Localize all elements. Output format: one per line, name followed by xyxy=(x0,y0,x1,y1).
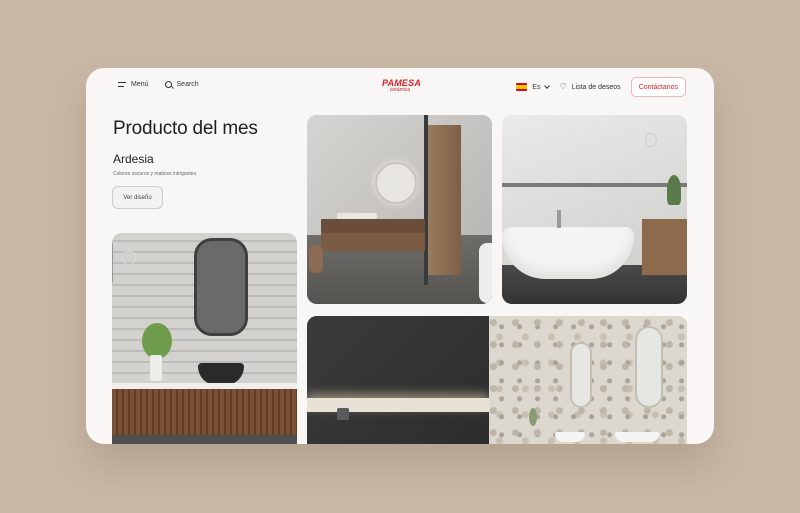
browser-window: Menú Search PAMESA cerámica Es ♡ Lista d… xyxy=(86,68,714,444)
brand-logo[interactable]: PAMESA cerámica xyxy=(382,78,422,94)
menu-label: Menú xyxy=(131,81,149,88)
bathroom-photo-bathtub[interactable] xyxy=(502,115,687,304)
page-title: Producto del mes xyxy=(113,118,258,139)
wishlist-link[interactable]: ♡ Lista de deseos xyxy=(559,83,620,91)
search-label: Search xyxy=(176,81,199,88)
bathroom-photo-round-mirror[interactable] xyxy=(307,115,492,304)
search-icon xyxy=(164,81,172,88)
heart-icon: ♡ xyxy=(559,82,567,91)
product-name: Ardesia xyxy=(113,152,154,166)
hamburger-icon xyxy=(118,82,126,87)
logo-wordmark: PAMESA xyxy=(382,78,422,88)
view-design-button[interactable]: Ver diseño xyxy=(112,186,163,209)
spain-flag-icon xyxy=(516,83,528,91)
menu-button[interactable]: Menú xyxy=(118,81,149,88)
language-selector[interactable]: Es xyxy=(516,83,551,91)
contact-button[interactable]: Contáctanos xyxy=(630,77,686,97)
search-button[interactable]: Search xyxy=(164,81,199,88)
wishlist-label: Lista de deseos xyxy=(571,83,621,91)
language-label: Es xyxy=(532,83,541,91)
bathroom-photo-wood-vanity[interactable] xyxy=(112,233,297,444)
chevron-down-icon xyxy=(544,83,551,89)
bathroom-photo-terrazzo[interactable] xyxy=(307,316,687,444)
product-description: Colores oscuros y matices intrigantes. xyxy=(113,171,198,177)
site-header: Menú Search PAMESA cerámica Es ♡ Lista d… xyxy=(86,68,714,106)
